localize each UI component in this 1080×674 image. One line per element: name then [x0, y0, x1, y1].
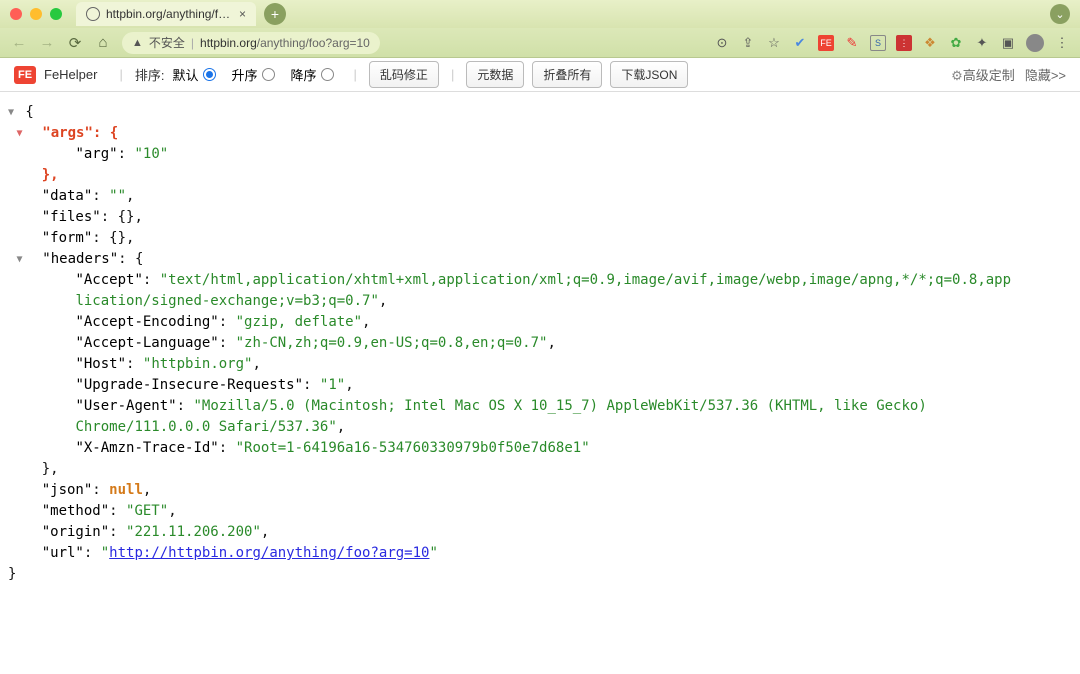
json-value-accept-language: zh-CN,zh;q=0.9,en-US;q=0.8,en;q=0.7 — [244, 335, 539, 351]
maximize-window-button[interactable] — [50, 8, 62, 20]
radio-unchecked-icon — [321, 68, 334, 81]
ext-icon-5[interactable]: ❖ — [922, 35, 938, 51]
reload-button[interactable]: ⟳ — [66, 34, 84, 52]
panel-icon[interactable]: ▣ — [1000, 35, 1016, 51]
sort-asc-radio[interactable]: 升序 — [232, 65, 275, 84]
window-titlebar: httpbin.org/anything/foo?arg=1 × + ⌄ — [0, 0, 1080, 28]
json-value-trace: Root=1-64196a16-534760330979b0f50e7d68e1 — [244, 440, 581, 456]
share-icon[interactable]: ⇪ — [740, 35, 756, 51]
json-value-uir: 1 — [328, 377, 336, 393]
ext-icon-6[interactable]: ✿ — [948, 35, 964, 51]
radio-checked-icon — [203, 68, 216, 81]
new-tab-button[interactable]: + — [264, 3, 286, 25]
json-value-origin: 221.11.206.200 — [134, 524, 252, 540]
traffic-lights — [10, 8, 62, 20]
json-viewer-pane: ▼ { ▼ "args": { "arg": "10" }, "data": "… — [0, 92, 1080, 674]
fehelper-logo: FE — [14, 66, 36, 84]
toggle-icon[interactable]: ▼ — [16, 249, 25, 270]
ext-icon-4[interactable]: ⋮ — [896, 35, 912, 51]
tab-close-icon[interactable]: × — [239, 7, 246, 21]
sort-default-radio[interactable]: 默认 — [172, 65, 215, 84]
url-host: httpbin.org — [200, 36, 257, 50]
tab-title: httpbin.org/anything/foo?arg=1 — [106, 7, 233, 21]
url-path: /anything/foo?arg=10 — [257, 36, 370, 50]
tabs-menu-button[interactable]: ⌄ — [1050, 4, 1070, 24]
address-bar: ← → ⟳ ⌂ ▲ 不安全 | httpbin.org/anything/foo… — [0, 28, 1080, 58]
ext-icon-1[interactable]: ✔ — [792, 35, 808, 51]
forward-button[interactable]: → — [38, 34, 56, 51]
radio-unchecked-icon — [262, 68, 275, 81]
json-value-method: GET — [134, 503, 159, 519]
json-value-url[interactable]: http://httpbin.org/anything/foo?arg=10 — [109, 545, 429, 561]
site-warning-icon: ▲ — [132, 37, 143, 49]
json-value-arg: 10 — [143, 146, 160, 162]
insecure-label: 不安全 — [149, 34, 185, 51]
json-value-ua-2: Chrome/111.0.0.0 Safari/537.36 — [75, 419, 328, 435]
browser-tab[interactable]: httpbin.org/anything/foo?arg=1 × — [76, 2, 256, 26]
json-value-accept-encoding: gzip, deflate — [244, 314, 354, 330]
gear-icon: ⚙ — [951, 68, 963, 83]
globe-icon — [86, 7, 100, 21]
toggle-icon[interactable]: ▼ — [8, 102, 17, 123]
collapse-all-button[interactable]: 折叠所有 — [532, 61, 602, 88]
fehelper-toolbar: FE FeHelper | 排序: 默认 升序 降序 | 乱码修正 | 元数据 … — [0, 58, 1080, 92]
back-button[interactable]: ← — [10, 34, 28, 51]
download-json-button[interactable]: 下载JSON — [610, 61, 688, 88]
json-tree[interactable]: ▼ { ▼ "args": { "arg": "10" }, "data": "… — [8, 102, 1080, 585]
sort-desc-radio[interactable]: 降序 — [291, 65, 334, 84]
menu-icon[interactable]: ⋮ — [1054, 35, 1070, 51]
sort-label: 排序: — [135, 65, 165, 84]
url-box[interactable]: ▲ 不安全 | httpbin.org/anything/foo?arg=10 — [122, 32, 380, 54]
profile-avatar[interactable] — [1026, 34, 1044, 52]
extensions-icon[interactable]: ✦ — [974, 35, 990, 51]
json-value-accept-1: text/html,application/xhtml+xml,applicat… — [168, 272, 1011, 288]
json-value-accept-2: lication/signed-exchange;v=b3;q=0.7 — [75, 293, 370, 309]
ext-icon-2[interactable]: ✎ — [844, 35, 860, 51]
fehelper-title: FeHelper — [44, 67, 97, 82]
ext-fehelper-icon[interactable]: FE — [818, 35, 834, 51]
hide-link[interactable]: 隐藏>> — [1025, 65, 1066, 84]
close-window-button[interactable] — [10, 8, 22, 20]
json-value-host: httpbin.org — [151, 356, 244, 372]
search-icon[interactable]: ⊙ — [714, 35, 730, 51]
advanced-settings-link[interactable]: ⚙高级定制 — [951, 65, 1015, 84]
json-value-ua-1: Mozilla/5.0 (Macintosh; Intel Mac OS X 1… — [202, 398, 927, 414]
ext-icon-3[interactable]: S — [870, 35, 886, 51]
star-icon[interactable]: ☆ — [766, 35, 782, 51]
fix-encoding-button[interactable]: 乱码修正 — [369, 61, 439, 88]
home-button[interactable]: ⌂ — [94, 34, 112, 51]
toolbar-right: ⊙ ⇪ ☆ ✔ FE ✎ S ⋮ ❖ ✿ ✦ ▣ ⋮ — [714, 34, 1070, 52]
metadata-button[interactable]: 元数据 — [466, 61, 524, 88]
minimize-window-button[interactable] — [30, 8, 42, 20]
toggle-icon[interactable]: ▼ — [16, 123, 25, 144]
